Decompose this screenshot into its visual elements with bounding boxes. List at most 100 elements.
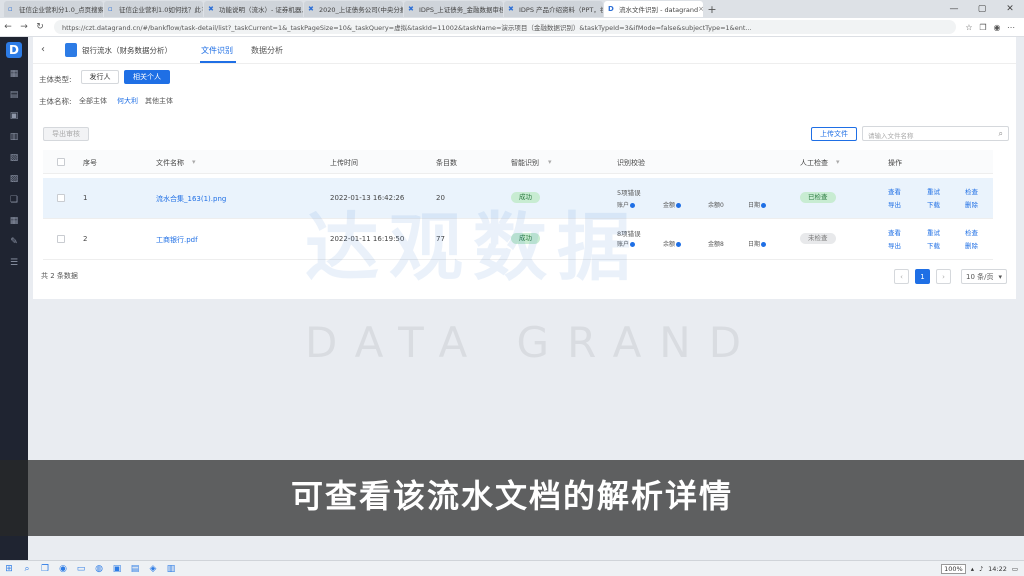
task-view-icon[interactable]: ❐ xyxy=(36,564,54,574)
filter-icon[interactable]: ▾ xyxy=(836,158,840,166)
close-window-icon[interactable]: ✕ xyxy=(996,4,1024,14)
clock[interactable]: 14:22 xyxy=(988,565,1007,573)
filter-icon[interactable]: ▾ xyxy=(192,158,196,166)
upload-file-button[interactable]: 上传文件 xyxy=(811,127,857,141)
page-button[interactable]: 1 xyxy=(915,269,930,284)
retry-link[interactable]: 重试 xyxy=(927,186,940,196)
tab-data-analysis[interactable]: 数据分析 xyxy=(251,45,283,56)
prev-page-button[interactable]: ‹ xyxy=(894,269,909,284)
new-tab-icon[interactable]: + xyxy=(704,3,720,16)
row-checkbox[interactable] xyxy=(57,235,65,243)
page-size-select[interactable]: 10 条/页 ▾ xyxy=(961,269,1007,284)
row-checkbox[interactable] xyxy=(57,194,65,202)
back-arrow-icon[interactable]: ‹ xyxy=(41,44,45,55)
collections-icon[interactable]: ❐ xyxy=(976,23,990,32)
video-caption: 可查看该流水文档的解析详情 xyxy=(290,477,733,515)
check-item[interactable]: 余额 xyxy=(663,239,682,248)
zoom-level: 100% xyxy=(941,563,966,574)
grid-icon[interactable]: ▦ xyxy=(0,63,28,84)
delete-link[interactable]: 删除 xyxy=(965,199,978,209)
download-link[interactable]: 下载 xyxy=(927,199,940,209)
filter-all-subjects[interactable]: 全部主体 xyxy=(79,96,107,106)
browser-tab[interactable]: ✖IDPS 产品介绍资料（PPT，视频）× xyxy=(504,1,603,17)
page-icon: ▫ xyxy=(108,5,113,13)
retry-link[interactable]: 重试 xyxy=(927,227,940,237)
browser-tab[interactable]: ▫征信企业营利1.0如何找？此× xyxy=(104,1,203,17)
check-link[interactable]: 检查 xyxy=(965,227,978,237)
view-link[interactable]: 查看 xyxy=(888,227,901,237)
check-item[interactable]: 金额 xyxy=(663,200,682,209)
app-icon[interactable]: ▥ xyxy=(162,564,180,574)
close-icon[interactable]: × xyxy=(698,5,703,13)
maximize-icon[interactable]: ▢ xyxy=(968,4,996,14)
view-link[interactable]: 查看 xyxy=(888,186,901,196)
profile-icon[interactable]: ◉ xyxy=(990,23,1004,32)
tool-icon[interactable]: ✎ xyxy=(0,231,28,252)
page-icon: ▫ xyxy=(8,5,13,13)
edge-browser-icon[interactable]: ◉ xyxy=(54,564,72,574)
tab-file-recognition[interactable]: 文件识别 xyxy=(201,45,233,56)
close-icon[interactable]: × xyxy=(201,5,203,13)
search-input[interactable]: 请输入文件名称 ⌕ xyxy=(862,126,1009,141)
x-logo-icon: ✖ xyxy=(408,5,414,13)
browser-tab[interactable]: ▫征信企业营利分1.0_点页搜索× xyxy=(4,1,103,17)
check-item[interactable]: 日期 xyxy=(748,239,767,248)
row-index: 1 xyxy=(83,194,88,202)
related-person-button[interactable]: 相关个人 xyxy=(124,70,170,84)
filter-subject-he[interactable]: 何大利 xyxy=(117,96,138,106)
chat-icon[interactable]: ◍ xyxy=(90,564,108,574)
app-icon[interactable]: ▣ xyxy=(108,564,126,574)
delete-link[interactable]: 删除 xyxy=(965,240,978,250)
reload-icon[interactable]: ↻ xyxy=(32,22,48,32)
network-icon[interactable]: ▴ xyxy=(971,565,974,573)
next-page-button[interactable]: › xyxy=(936,269,951,284)
search-icon[interactable]: ⌕ xyxy=(18,564,36,574)
check-link[interactable]: 检查 xyxy=(965,186,978,196)
export-link[interactable]: 导出 xyxy=(888,240,901,250)
check-item[interactable]: 金额8 xyxy=(708,239,724,248)
file-link[interactable]: 流水合集_163(1).png xyxy=(156,194,226,204)
favorite-icon[interactable]: ☆ xyxy=(962,23,976,32)
back-icon[interactable]: ← xyxy=(0,22,16,32)
page-header: ‹ 银行流水（财务数据分析） 文件识别 数据分析 xyxy=(33,37,1016,64)
filter-icon[interactable]: ▾ xyxy=(548,158,552,166)
volume-icon[interactable]: ♪ xyxy=(979,565,983,573)
browser-tab[interactable]: ✖2020_上证债务公司(中央分报)× xyxy=(304,1,403,17)
file-link[interactable]: 工商银行.pdf xyxy=(156,235,198,245)
chart-icon[interactable]: ▨ xyxy=(0,168,28,189)
app-logo: D xyxy=(0,37,28,63)
table-icon[interactable]: ▦ xyxy=(0,210,28,231)
info-dot-icon xyxy=(761,242,767,247)
minimize-icon[interactable]: — xyxy=(940,4,968,14)
copy-icon[interactable]: ❏ xyxy=(0,189,28,210)
windows-start-icon[interactable]: ⊞ xyxy=(0,564,18,574)
forward-icon[interactable]: → xyxy=(16,22,32,32)
issuer-button[interactable]: 发行人 xyxy=(81,70,119,84)
menu-icon[interactable]: ⋯ xyxy=(1004,23,1018,32)
report-icon[interactable]: ▧ xyxy=(0,147,28,168)
browser-tab[interactable]: ✖IDPS_上证债务_金融数据审核× xyxy=(404,1,503,17)
folder-icon[interactable]: ▭ xyxy=(72,564,90,574)
document-icon[interactable]: ▤ xyxy=(0,84,28,105)
notification-icon[interactable]: ▭ xyxy=(1012,565,1018,573)
window-controls: — ▢ ✕ xyxy=(940,4,1024,14)
list-icon[interactable]: ☰ xyxy=(0,252,28,273)
check-item[interactable]: 余额0 xyxy=(708,200,724,209)
browser-tab[interactable]: ✖功能说明（流水）- 证券机器人× xyxy=(204,1,303,17)
building-icon[interactable]: ▥ xyxy=(0,126,28,147)
review-badge: 已检查 xyxy=(800,192,836,203)
export-link[interactable]: 导出 xyxy=(888,199,901,209)
download-link[interactable]: 下载 xyxy=(927,240,940,250)
app-icon[interactable]: ◈ xyxy=(144,564,162,574)
search-icon[interactable]: ⌕ xyxy=(999,129,1003,139)
browser-tab-active[interactable]: D 流水文件识别 - datagrand × xyxy=(604,1,703,17)
watermark-en: DATA GRAND xyxy=(305,318,760,367)
url-field[interactable]: https://czt.datagrand.cn/#/bankflow/task… xyxy=(54,20,956,34)
file-icon[interactable]: ▣ xyxy=(0,105,28,126)
export-review-button[interactable]: 导出审核 xyxy=(43,127,89,141)
filter-other-subjects[interactable]: 其他主体 xyxy=(145,96,173,106)
check-item[interactable]: 日期 xyxy=(748,200,767,209)
select-all-checkbox[interactable] xyxy=(57,158,65,166)
col-recognition: 智能识别 xyxy=(511,159,539,167)
app-icon[interactable]: ▤ xyxy=(126,564,144,574)
